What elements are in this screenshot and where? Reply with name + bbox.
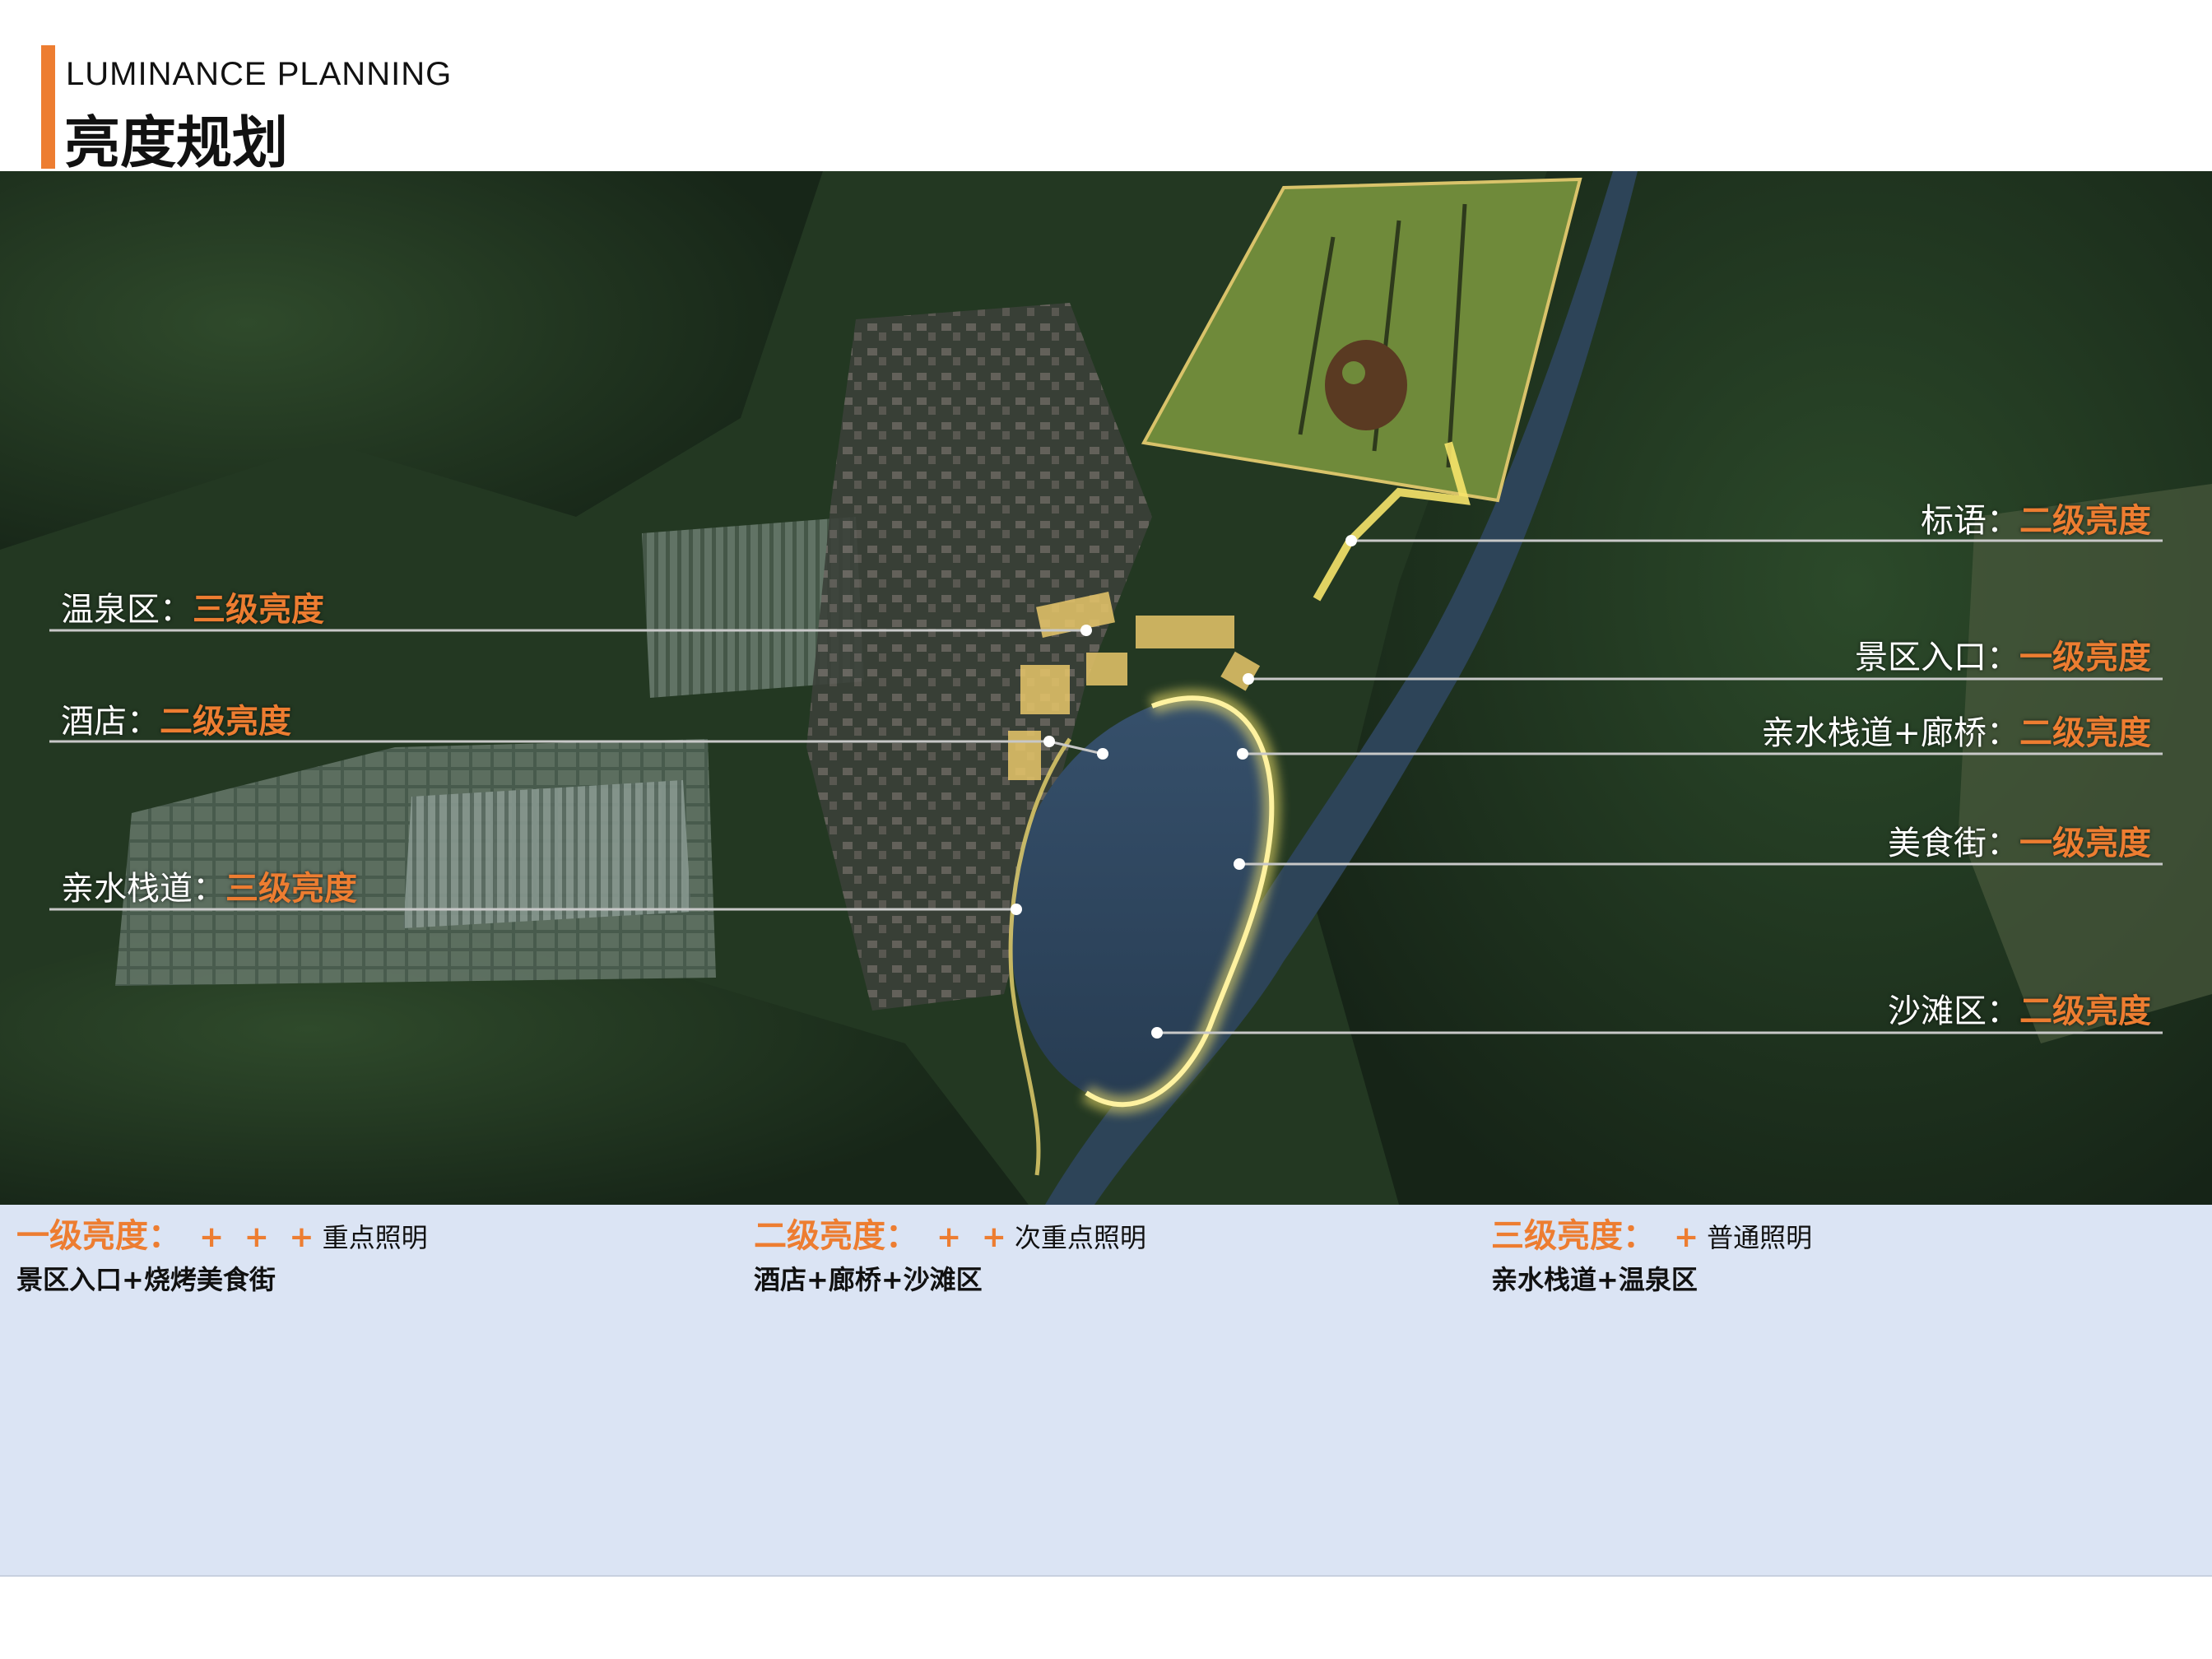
callout-hot-spring: 温泉区：三级亮度: [61, 583, 324, 630]
legend-level-3-areas: 亲水栈道+温泉区: [1491, 1264, 1698, 1295]
callout-food-street-name: 美食街：: [1888, 825, 2019, 862]
legend-level-2-areas: 酒店+廊桥+沙滩区: [754, 1264, 983, 1295]
greenhouses: [403, 780, 691, 928]
callout-beach-level: 二级亮度: [2019, 992, 2151, 1030]
legend-level-1-title: 一级亮度：: [16, 1217, 181, 1255]
callout-waterfront-bridge-level: 二级亮度: [2019, 714, 2151, 752]
legend-level-3-title: 三级亮度：: [1491, 1217, 1656, 1255]
callout-hot-spring-level: 三级亮度: [193, 591, 324, 629]
dot-slogan: [1345, 535, 1357, 546]
satellite-map: 标语：二级亮度 景区入口：一级亮度 亲水栈道+廊桥：二级亮度 美食街：一级亮度 …: [0, 171, 2212, 1205]
dot-waterfront: [1011, 904, 1022, 915]
panda-figure: [1325, 340, 1407, 430]
page-title: 亮度规划: [64, 111, 289, 176]
map-canvas: [0, 171, 2212, 1205]
page-header: LUMINANCE PLANNING 亮度规划: [0, 0, 2212, 176]
legend-level-2-desc: 次重点照明: [1014, 1222, 1146, 1253]
callout-slogan: 标语：二级亮度: [1921, 494, 2151, 541]
callout-slogan-name: 标语：: [1921, 502, 2019, 540]
callout-beach: 沙滩区：二级亮度: [1888, 984, 2151, 1032]
dot-food-street: [1234, 858, 1245, 870]
dot-scenic-entry: [1243, 673, 1254, 685]
callout-waterfront-level: 三级亮度: [225, 870, 357, 908]
dot-waterfront-bridge: [1237, 748, 1248, 760]
dot-beach: [1151, 1027, 1163, 1039]
dot-bridge-west: [1097, 748, 1108, 760]
callout-hot-spring-name: 温泉区：: [61, 591, 193, 629]
page-subtitle: LUMINANCE PLANNING: [66, 56, 453, 92]
callout-scenic-entry-name: 景区入口：: [1855, 639, 2019, 676]
legend-level-2: 二级亮度： + + 次重点照明 酒店+廊桥+沙滩区: [754, 1216, 1146, 1297]
callout-scenic-entry: 景区入口：一级亮度: [1855, 630, 2151, 678]
brightness-legend: 一级亮度： + + + 重点照明 景区入口+烧烤美食街 二级亮度： + + 次重点照明 …: [0, 1205, 2212, 1577]
callout-waterfront: 亲水栈道：三级亮度: [61, 862, 357, 909]
callout-waterfront-name: 亲水栈道：: [61, 870, 225, 908]
legend-level-2-title: 二级亮度：: [754, 1217, 918, 1255]
legend-level-1-areas: 景区入口+烧烤美食街: [16, 1264, 276, 1295]
dot-hotel: [1043, 736, 1055, 747]
legend-level-1-desc: 重点照明: [322, 1222, 428, 1253]
callout-food-street-level: 一级亮度: [2019, 825, 2151, 862]
title-accent-bar: [41, 45, 55, 169]
callout-hotel: 酒店：二级亮度: [61, 695, 291, 742]
callout-hotel-name: 酒店：: [61, 703, 160, 741]
callout-food-street: 美食街：一级亮度: [1888, 816, 2151, 864]
panda-face: [1342, 361, 1365, 384]
legend-level-1-plus: + + +: [199, 1220, 319, 1254]
legend-level-3: 三级亮度： + 普通照明 亲水栈道+温泉区: [1491, 1216, 1812, 1297]
legend-level-3-desc: 普通照明: [1707, 1222, 1813, 1253]
callout-waterfront-bridge-name: 亲水栈道+廊桥：: [1761, 714, 2019, 752]
callout-scenic-entry-level: 一级亮度: [2019, 639, 2151, 676]
legend-level-3-plus: +: [1674, 1220, 1704, 1254]
legend-level-1: 一级亮度： + + + 重点照明 景区入口+烧烤美食街: [16, 1216, 428, 1297]
dot-hot-spring: [1080, 625, 1092, 636]
callout-beach-name: 沙滩区：: [1888, 992, 2019, 1030]
callout-slogan-level: 二级亮度: [2019, 502, 2151, 540]
callout-hotel-level: 二级亮度: [160, 703, 291, 741]
legend-level-2-plus: + +: [936, 1220, 1011, 1254]
callout-waterfront-bridge: 亲水栈道+廊桥：二级亮度: [1761, 706, 2151, 754]
